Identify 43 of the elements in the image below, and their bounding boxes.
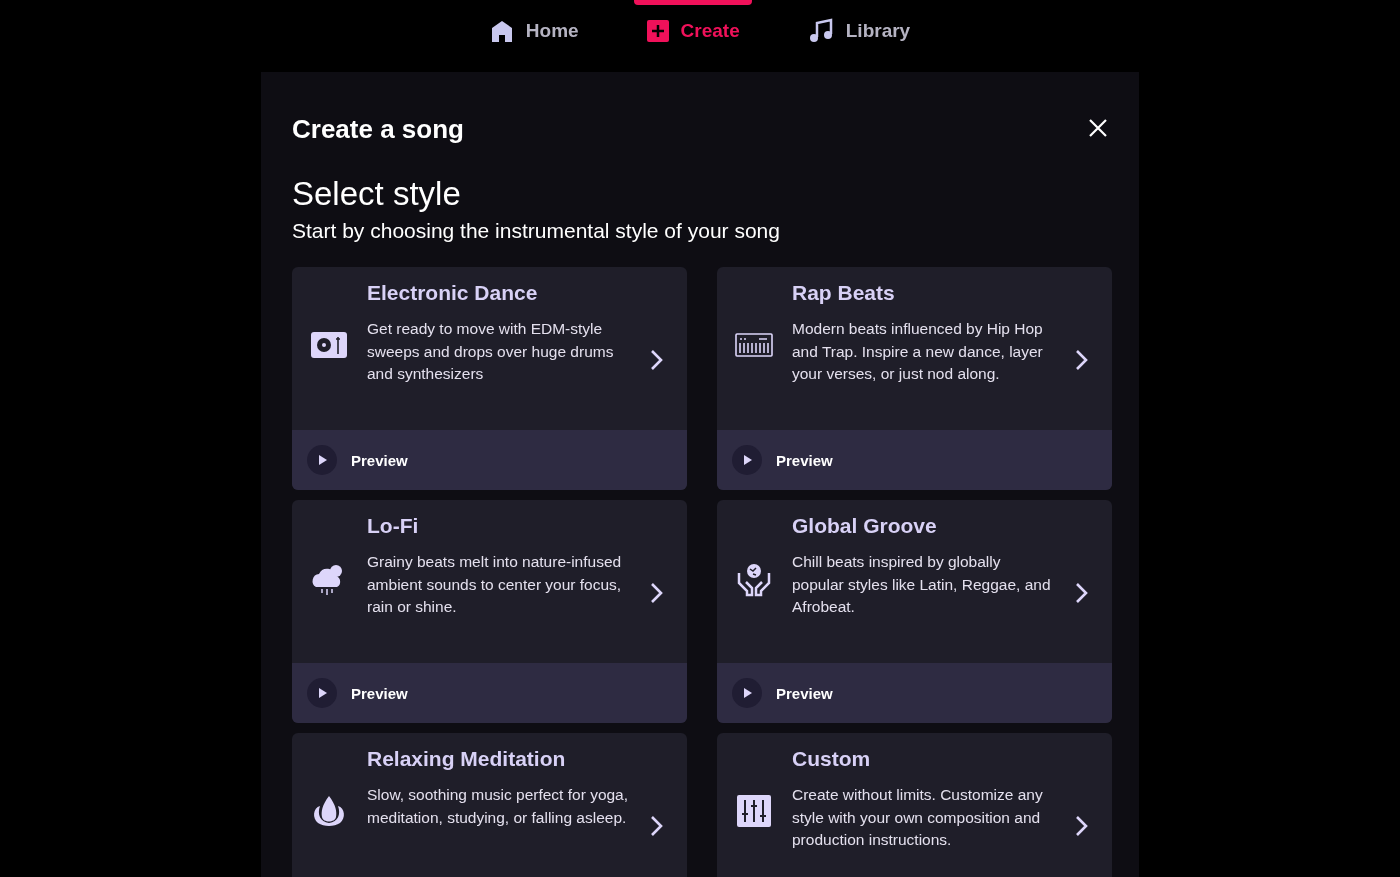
preview-button[interactable]: Preview	[717, 430, 1112, 490]
sliders-icon	[735, 792, 773, 830]
preview-button[interactable]: Preview	[717, 663, 1112, 723]
style-description: Modern beats influenced by Hip Hop and Trap. Inspire a new dance, layer your verses, or just nod along.	[792, 319, 1044, 384]
play-icon	[732, 445, 762, 475]
section-heading: Select style	[292, 175, 462, 213]
style-title: Electronic Dance	[367, 281, 539, 305]
chevron-right-icon	[1074, 582, 1088, 604]
style-title: Custom	[792, 747, 872, 771]
preview-button[interactable]: Preview	[292, 663, 687, 723]
style-option[interactable]: Lo-Fi Grainy beats melt into nature-infused ambient sounds to center your focus, rain or shine.	[292, 500, 687, 663]
play-icon	[307, 445, 337, 475]
plus-icon	[646, 20, 669, 42]
chevron-right-icon	[1074, 349, 1088, 371]
chevron-right-icon	[649, 815, 663, 837]
nav-tab[interactable]: Library	[773, 0, 945, 62]
style-description: Chill beats inspired by globally popular styles like Latin, Reggae, and Afrobeat.	[792, 552, 1052, 617]
style-option[interactable]: Rap Beats Modern beats influenced by Hip Hop and Trap. Inspire a new dance, layer your verses, or just nod along.	[717, 267, 1112, 430]
chevron-right-icon	[1074, 815, 1088, 837]
style-description: Get ready to move with EDM-style sweeps and drops over huge drums and synthesizers	[367, 319, 615, 384]
style-option[interactable]: Relaxing Meditation Slow, soothing music perfect for yoga, meditation, studying, or falling asleep.	[292, 733, 687, 877]
nav-tab[interactable]: Create	[612, 0, 774, 62]
style-title: Global Groove	[792, 514, 938, 538]
style-title: Lo-Fi	[367, 514, 420, 538]
nav-tab[interactable]: Home	[455, 0, 613, 62]
chevron-right-icon	[649, 349, 663, 371]
preview-button[interactable]: Preview	[292, 430, 687, 490]
style-description: Grainy beats melt into nature-infused ambient sounds to center your focus, rain or shine.	[367, 552, 623, 617]
style-description: Slow, soothing music perfect for yoga, meditation, studying, or falling asleep.	[367, 785, 629, 828]
style-option[interactable]: Electronic Dance Get ready to move with EDM-style sweeps and drops over huge drums and synthesizers	[292, 267, 687, 430]
play-icon	[732, 678, 762, 708]
style-title: Rap Beats	[792, 281, 896, 305]
style-option[interactable]: Custom Create without limits. Customize any style with your own composition and production instructions.	[717, 733, 1112, 877]
dialog-title: Create a song	[292, 114, 464, 145]
music-note-icon	[807, 18, 834, 44]
section-subtitle: Start by choosing the instrumental style of your song	[292, 219, 781, 243]
close-icon	[1088, 118, 1108, 138]
play-icon	[307, 678, 337, 708]
style-description: Create without limits. Customize any style with your own composition and production instructions.	[792, 785, 1044, 850]
style-option[interactable]: Global Groove Chill beats inspired by globally popular styles like Latin, Reggae, and Afrobeat.	[717, 500, 1112, 663]
house-icon	[489, 19, 514, 43]
chevron-right-icon	[649, 582, 663, 604]
style-title: Relaxing Meditation	[367, 747, 567, 771]
